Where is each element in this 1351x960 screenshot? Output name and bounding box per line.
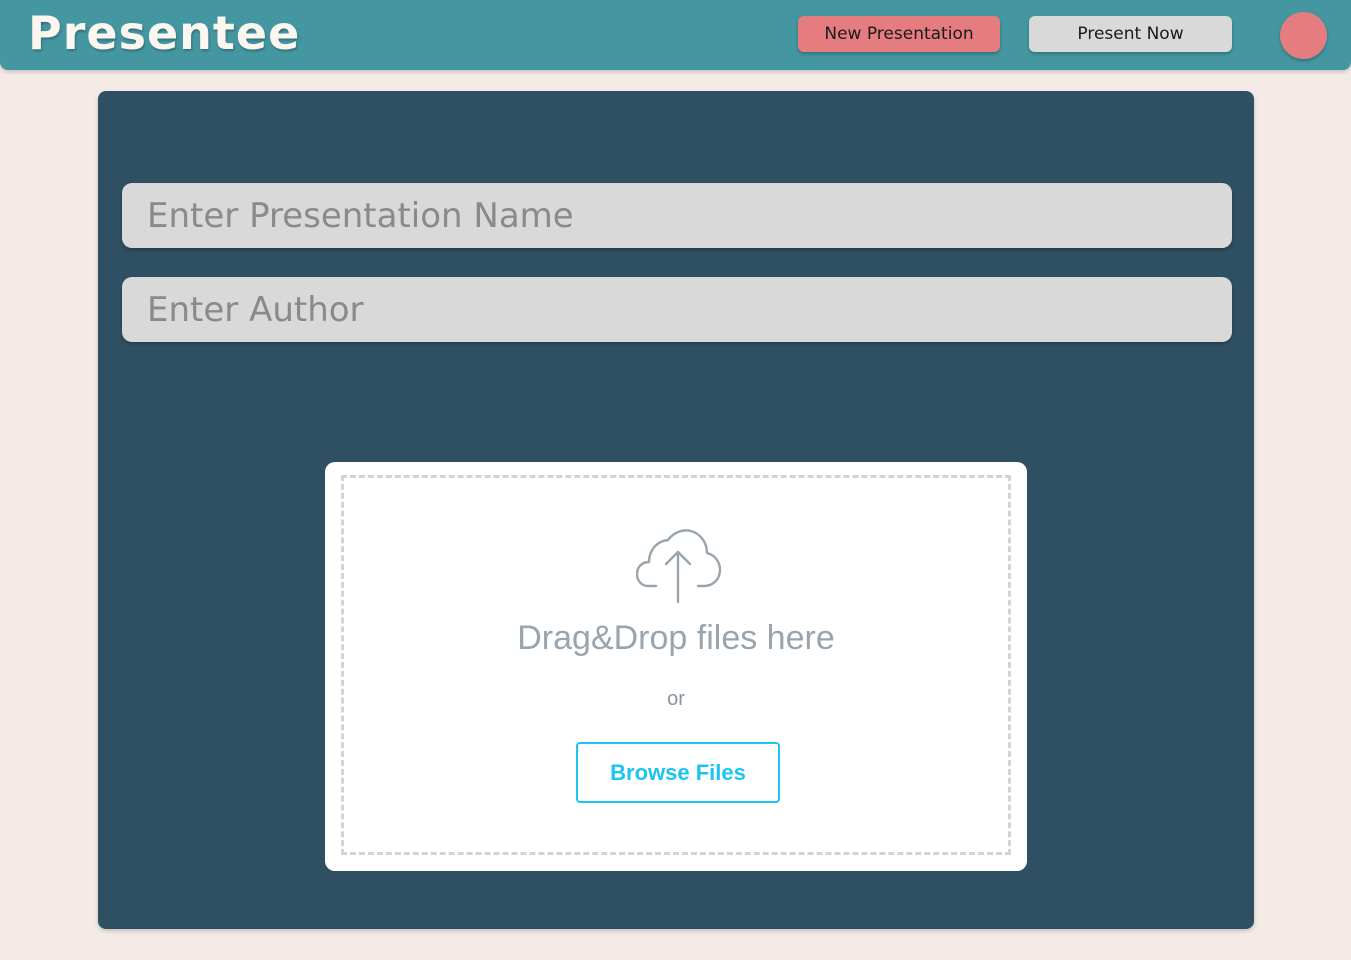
presentation-name-input[interactable] bbox=[122, 183, 1232, 248]
drop-instructions: Drag&Drop files here bbox=[517, 619, 835, 657]
file-dropzone[interactable]: Drag&Drop files here or Browse Files bbox=[341, 475, 1011, 855]
present-now-button[interactable]: Present Now bbox=[1029, 16, 1232, 52]
app-logo-text: Presentee bbox=[28, 6, 301, 60]
author-input[interactable] bbox=[122, 277, 1232, 342]
browse-files-button[interactable]: Browse Files bbox=[576, 742, 780, 803]
cloud-upload-icon bbox=[636, 529, 722, 604]
new-presentation-panel: Drag&Drop files here or Browse Files bbox=[98, 91, 1254, 929]
new-presentation-button[interactable]: New Presentation bbox=[798, 16, 1000, 52]
user-avatar-icon[interactable] bbox=[1280, 12, 1327, 59]
or-separator: or bbox=[667, 688, 685, 710]
top-bar: Presentee New Presentation Present Now bbox=[0, 0, 1351, 70]
upload-card: Drag&Drop files here or Browse Files bbox=[325, 462, 1027, 871]
